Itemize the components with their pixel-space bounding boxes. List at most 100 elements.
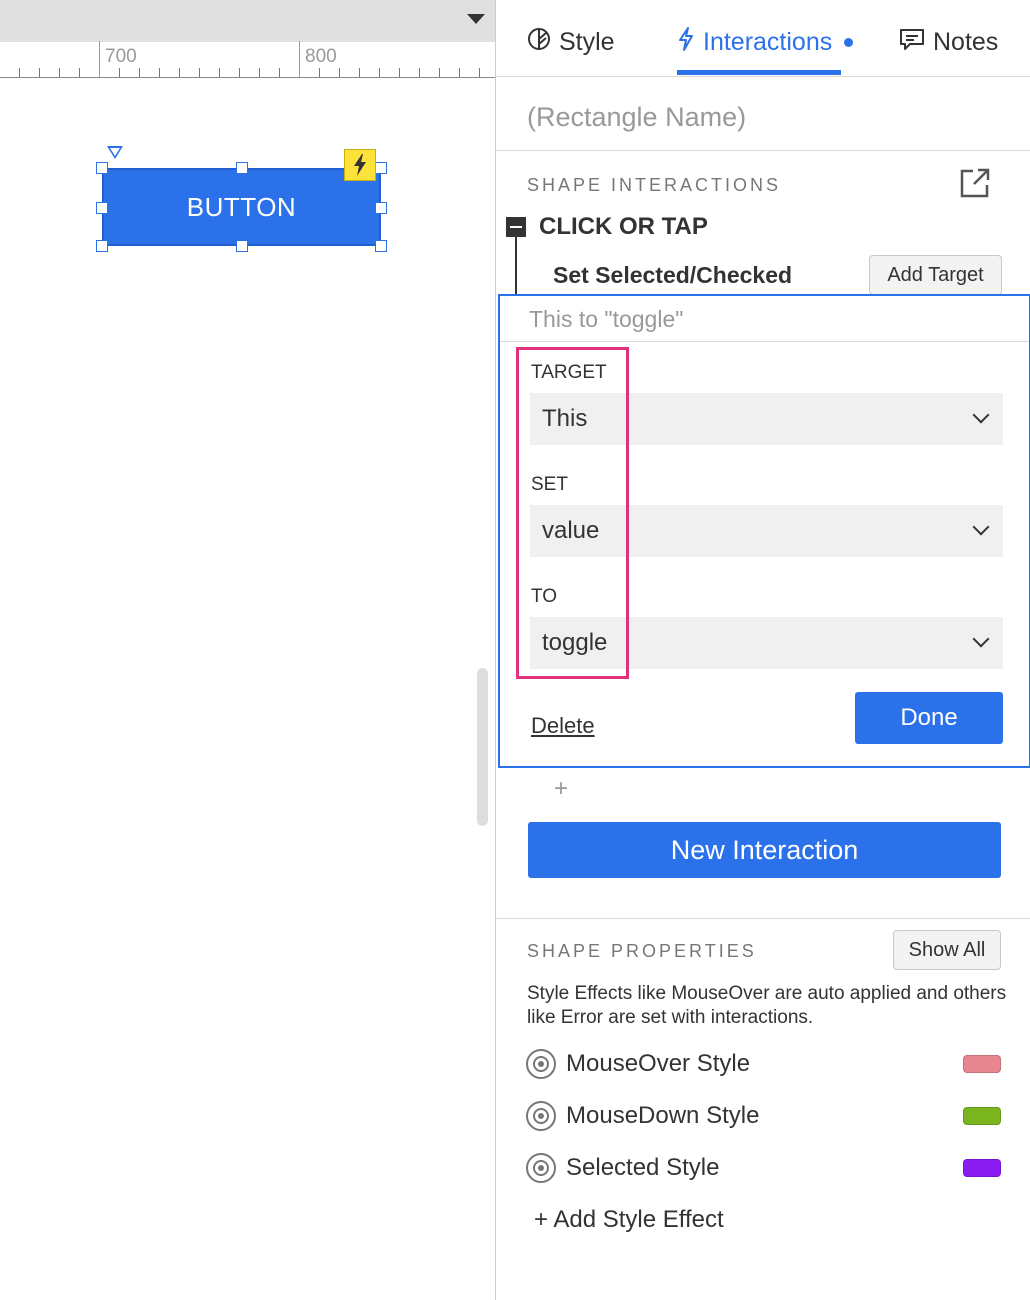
target-icon [526,1049,556,1079]
ruler-tick [219,68,220,77]
shape-name-input[interactable]: (Rectangle Name) [496,78,1030,151]
button-widget[interactable]: BUTTON [102,168,381,246]
tab-style[interactable]: Style [527,24,615,60]
style-effects-description: Style Effects like MouseOver are auto ap… [527,983,1007,1028]
ruler-tick [59,68,60,77]
resize-handle-right[interactable] [375,202,387,214]
ruler-tick [79,68,80,77]
set-select[interactable]: value [530,505,1003,557]
resize-handle-bottom-left[interactable] [96,240,108,252]
chevron-down-icon [972,518,990,536]
new-interaction-button[interactable]: New Interaction [528,822,1001,878]
canvas-toolbar [0,0,495,42]
tab-interactions[interactable]: Interactions [677,24,854,60]
done-button[interactable]: Done [855,692,1003,744]
ruler-tick [299,41,300,77]
tab-interactions-label: Interactions [703,27,833,56]
design-canvas[interactable]: 700 800 BUTTON [0,0,495,1300]
shape-properties-title: SHAPE PROPERTIES [527,941,757,961]
color-swatch[interactable] [963,1055,1001,1073]
chevron-down-icon [972,630,990,648]
ruler-tick [139,68,140,77]
tab-notes[interactable]: Notes [899,24,998,60]
style-row-label: MouseOver Style [566,1050,751,1077]
add-target-button[interactable]: Add Target [869,255,1002,295]
ruler-tick [319,68,320,77]
lightning-icon [677,26,695,59]
target-select-value: This [542,405,588,432]
ruler-tick [399,68,400,77]
interaction-bolt-icon[interactable] [344,149,376,181]
ruler-tick [379,68,380,77]
ruler-tick [259,68,260,77]
ruler-tick [19,68,20,77]
horizontal-ruler: 700 800 [0,41,495,78]
action-summary: This to "toggle" [500,296,1029,342]
style-row-label: Selected Style [566,1154,720,1181]
target-icon [526,1101,556,1131]
ruler-tick [39,68,40,77]
ruler-tick [199,68,200,77]
color-swatch[interactable] [963,1159,1001,1177]
color-swatch[interactable] [963,1107,1001,1125]
show-all-button[interactable]: Show All [893,930,1001,970]
resize-handle-bottom-right[interactable] [375,240,387,252]
action-set-selected[interactable]: Set Selected/Checked [553,262,792,289]
target-icon [526,1153,556,1183]
set-select-value: value [542,517,600,544]
unsaved-dot-icon [844,37,854,47]
delete-action-link[interactable]: Delete [531,713,595,739]
style-row-label: MouseDown Style [566,1102,760,1129]
set-field-label: SET [531,474,568,495]
add-action-plus-icon[interactable]: + [554,775,568,803]
style-row-selected[interactable]: Selected Style [526,1150,1001,1186]
ruler-tick [159,68,160,77]
ruler-tick [359,68,360,77]
tree-connector-line [515,237,517,297]
anchor-triangle-icon[interactable] [107,146,123,159]
ruler-tick [179,68,180,77]
ruler-dropdown-icon[interactable] [467,14,485,24]
chevron-down-icon [972,406,990,424]
ruler-tick [419,68,420,77]
ruler-tick [119,68,120,77]
target-field-label: TARGET [531,362,607,383]
ruler-tick [479,68,480,77]
to-select-value: toggle [542,629,608,656]
external-link-icon[interactable] [958,166,992,200]
tab-notes-label: Notes [933,27,999,56]
button-widget-label: BUTTON [186,191,297,222]
panel-tabs: Style Interactions Notes [496,0,1030,77]
leaf-icon [527,27,551,58]
ruler-tick [99,41,100,77]
ruler-tick [439,68,440,77]
active-tab-underline [677,70,841,75]
shape-interactions-title: SHAPE INTERACTIONS [527,175,782,195]
collapse-minus-icon[interactable] [506,217,526,237]
resize-handle-bottom[interactable] [236,240,248,252]
style-row-mouseover[interactable]: MouseOver Style [526,1046,1001,1082]
add-style-effect-button[interactable]: + Add Style Effect [534,1206,724,1234]
target-select[interactable]: This [530,393,1003,445]
ruler-tick [279,68,280,77]
comment-icon [899,27,925,58]
action-editor: This to "toggle" TARGET This SET value T… [498,294,1030,768]
ruler-label-800: 800 [305,46,337,67]
resize-handle-top-left[interactable] [96,162,108,174]
event-click-or-tap[interactable]: CLICK OR TAP [539,213,708,241]
ruler-label-700: 700 [105,46,137,67]
ruler-tick [459,68,460,77]
ruler-tick [339,68,340,77]
tab-style-label: Style [559,27,615,56]
resize-handle-left[interactable] [96,202,108,214]
ruler-tick [239,68,240,77]
canvas-scrollbar[interactable] [477,668,488,826]
to-select[interactable]: toggle [530,617,1003,669]
section-divider [496,918,1030,919]
properties-panel: Style Interactions Notes (Rectangle Name… [495,0,1030,1300]
shape-name-placeholder: (Rectangle Name) [527,102,747,132]
resize-handle-top[interactable] [236,162,248,174]
style-row-mousedown[interactable]: MouseDown Style [526,1098,1001,1134]
resize-handle-top-right[interactable] [375,162,387,174]
to-field-label: TO [531,586,558,607]
